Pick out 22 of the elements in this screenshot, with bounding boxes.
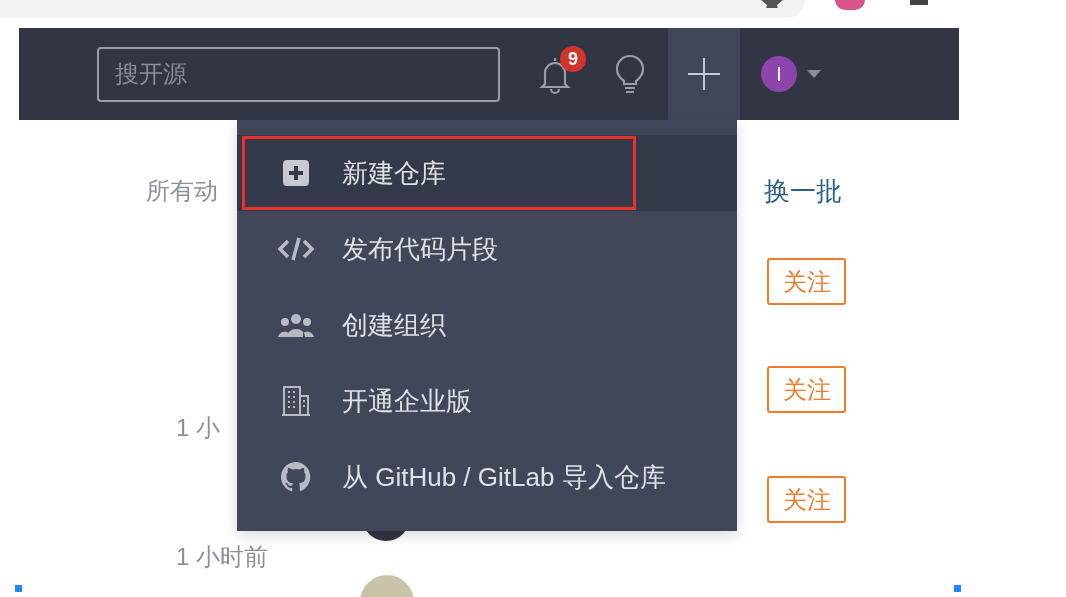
people-icon [278, 313, 314, 337]
user-avatar[interactable]: I [761, 56, 797, 92]
plus-icon [686, 56, 722, 92]
caret-icon[interactable] [807, 70, 821, 78]
menu-item[interactable]: 创建组织 [237, 287, 737, 363]
plus-square-icon [283, 160, 309, 186]
search-field[interactable]: 搜开源 [97, 46, 500, 102]
building-icon [282, 386, 310, 416]
menu-item[interactable]: 开通企业版 [237, 363, 737, 439]
resize-handle[interactable] [954, 584, 961, 592]
resize-handle[interactable] [15, 584, 22, 592]
star-icon[interactable] [761, 0, 783, 8]
timestamp: 1 小 [175, 413, 221, 443]
feed-title: 所有动 [146, 176, 219, 206]
code-icon [278, 236, 314, 262]
profile-picture[interactable] [835, 0, 865, 10]
github-icon [281, 462, 311, 492]
menu-item[interactable]: 从 GitHub / GitLab 导入仓库 [237, 439, 737, 515]
notification-badge: 9 [560, 46, 586, 72]
menu-item[interactable]: 新建仓库 [237, 135, 737, 211]
timestamp: 1 小时前 [175, 542, 269, 572]
menu-item[interactable]: 发布代码片段 [237, 211, 737, 287]
